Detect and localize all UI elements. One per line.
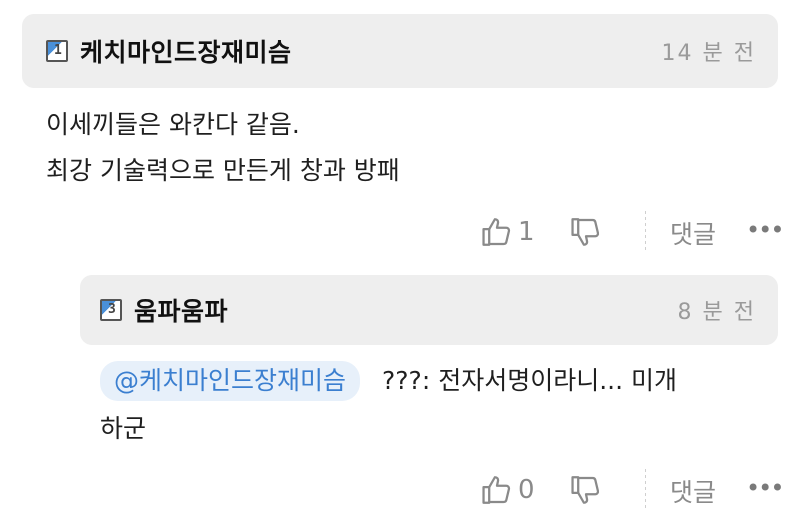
dislike-button[interactable] [569, 215, 603, 249]
comment-actions: 1 [480, 210, 603, 254]
reply-text: ???: 전자서명이라니... 미개 [382, 366, 677, 395]
reply-body: @케치마인드장재미슴 ???: 전자서명이라니... 미개 하군 [100, 358, 677, 452]
level-number: 3 [108, 302, 116, 317]
author-name[interactable]: 케치마인드장재미슴 [80, 33, 292, 69]
timestamp: 14 분 전 [661, 41, 756, 66]
thumbs-down-icon [570, 218, 599, 246]
more-options-button[interactable]: ••• [746, 216, 784, 244]
like-button[interactable]: 0 [480, 473, 535, 507]
reply-actions: 0 [480, 468, 603, 512]
comment-body: 이세끼들은 와칸다 같음. 최강 기술력으로 만든게 창과 방패 [46, 102, 400, 194]
like-button[interactable]: 1 [480, 215, 535, 249]
more-options-button[interactable]: ••• [746, 474, 784, 502]
thumbs-up-icon [482, 218, 511, 246]
mention-tag[interactable]: @케치마인드장재미슴 [100, 361, 361, 401]
reply-button[interactable]: 댓글 [670, 473, 716, 509]
level-number: 1 [54, 43, 62, 58]
thumbs-down-icon [570, 476, 599, 504]
comment-line: 이세끼들은 와칸다 같음. [46, 110, 300, 139]
like-count: 0 [518, 475, 535, 505]
reply-line: @케치마인드장재미슴 ???: 전자서명이라니... 미개 [100, 358, 677, 404]
reply-line: 하군 [100, 414, 147, 443]
level-badge-icon: 3 [100, 299, 122, 321]
author-name[interactable]: 움파움파 [134, 292, 228, 328]
timestamp: 8 분 전 [677, 300, 756, 325]
dislike-button[interactable] [569, 473, 603, 507]
level-badge-icon: 1 [46, 40, 68, 62]
reply-header: 3 움파움파 8 분 전 [80, 275, 778, 345]
comment-line: 최강 기술력으로 만든게 창과 방패 [46, 156, 400, 185]
comment-header: 1 케치마인드장재미슴 14 분 전 [22, 14, 778, 88]
reply-button[interactable]: 댓글 [670, 215, 716, 251]
like-count: 1 [518, 217, 535, 247]
action-divider [645, 469, 646, 511]
action-divider [645, 211, 646, 253]
thumbs-up-icon [482, 476, 511, 504]
